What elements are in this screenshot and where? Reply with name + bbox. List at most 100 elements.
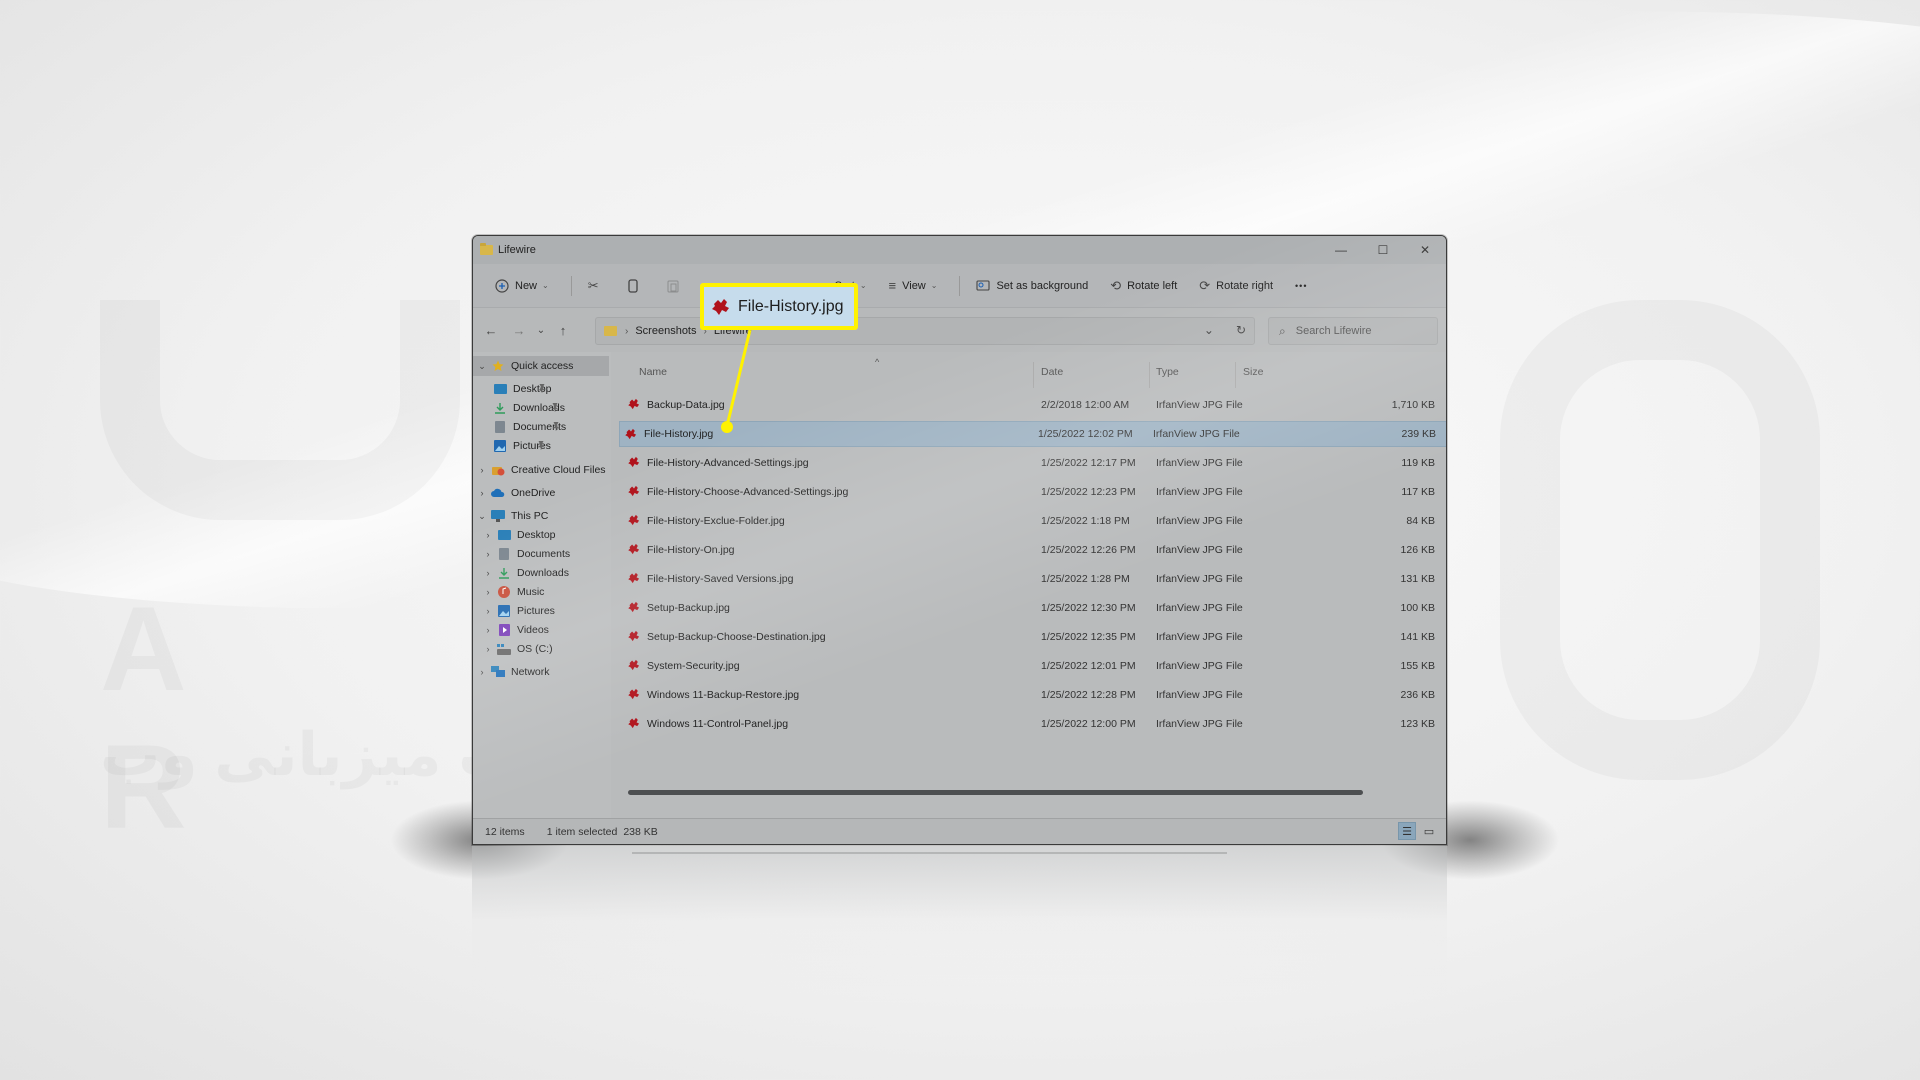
- document-icon: [493, 421, 507, 433]
- copy-icon: [627, 278, 639, 293]
- chevron-right-icon[interactable]: ›: [481, 644, 495, 654]
- maximize-button[interactable]: ☐: [1362, 236, 1404, 264]
- file-row[interactable]: Windows 11-Backup-Restore.jpg 1/25/2022 1…: [623, 682, 1445, 708]
- column-header-size[interactable]: Size: [1243, 366, 1263, 386]
- sidebar-item-pictures[interactable]: › Pictures: [473, 601, 555, 621]
- copy-button[interactable]: [619, 271, 653, 301]
- chevron-right-icon[interactable]: ›: [475, 488, 489, 498]
- view-button[interactable]: ≡ View ⌄: [881, 271, 946, 301]
- sidebar-item-creative-cloud-files[interactable]: › Creative Cloud Files: [473, 460, 606, 480]
- sidebar-item-videos[interactable]: › Videos: [473, 620, 549, 640]
- column-divider[interactable]: [1235, 362, 1236, 388]
- column-divider[interactable]: [1033, 362, 1034, 388]
- recent-locations-button[interactable]: ⌄: [533, 325, 549, 336]
- chevron-right-icon[interactable]: ›: [475, 667, 489, 677]
- file-date: 1/25/2022 12:26 PM: [1041, 544, 1136, 556]
- file-date: 1/25/2022 12:35 PM: [1041, 631, 1136, 643]
- cut-button[interactable]: ✂: [580, 271, 613, 301]
- chevron-right-icon[interactable]: ›: [481, 587, 495, 597]
- chevron-right-icon[interactable]: ›: [481, 606, 495, 616]
- sidebar-item-documents[interactable]: › Documents: [473, 544, 570, 564]
- column-header-name[interactable]: Name: [639, 366, 667, 386]
- title-bar[interactable]: Lifewire — ☐ ✕: [473, 236, 1446, 264]
- file-row[interactable]: File-History-On.jpg 1/25/2022 12:26 PM Irf…: [623, 537, 1445, 563]
- sidebar-item-quick-access[interactable]: ⌄ Quick access: [473, 356, 609, 376]
- address-bar[interactable]: › Screenshots › Lifewire ⌄ ↻: [595, 317, 1255, 345]
- pin-icon[interactable]: [537, 440, 545, 452]
- chevron-right-icon[interactable]: ›: [481, 625, 495, 635]
- horizontal-scrollbar[interactable]: [628, 790, 1363, 795]
- address-history-dropdown[interactable]: ⌄: [1204, 323, 1214, 337]
- sidebar-item-desktop[interactable]: › Desktop: [473, 525, 556, 545]
- rotate-left-icon: ⟲: [1110, 277, 1122, 293]
- chevron-down-icon[interactable]: ⌄: [475, 511, 489, 522]
- new-button[interactable]: New ⌄: [487, 271, 557, 301]
- file-name: File-History.jpg: [644, 428, 714, 440]
- sidebar-item-this-pc[interactable]: ⌄ This PC: [473, 506, 548, 526]
- tiles-view-icon: ▭: [1423, 825, 1435, 838]
- file-size: 236 KB: [1400, 689, 1435, 701]
- file-name: Backup-Data.jpg: [647, 399, 725, 411]
- breadcrumb-screenshots[interactable]: Screenshots: [635, 325, 696, 337]
- set-as-background-button[interactable]: Set as background: [968, 271, 1096, 301]
- close-button[interactable]: ✕: [1404, 236, 1446, 264]
- star-icon: [491, 360, 505, 372]
- file-name: File-History-On.jpg: [647, 544, 735, 556]
- file-row[interactable]: Setup-Backup-Choose-Destination.jpg 1/25/…: [623, 624, 1445, 650]
- file-row[interactable]: Windows 11-Control-Panel.jpg 1/25/2022 12…: [623, 711, 1445, 737]
- sidebar-item-music[interactable]: › Music: [473, 582, 544, 602]
- details-view-button[interactable]: ☰: [1398, 822, 1416, 840]
- sidebar-item-label: This PC: [511, 510, 549, 522]
- chevron-right-icon[interactable]: ›: [481, 568, 495, 578]
- refresh-button[interactable]: ↻: [1236, 323, 1246, 337]
- chevron-down-icon[interactable]: ⌄: [475, 361, 489, 372]
- minimize-button[interactable]: —: [1320, 236, 1362, 264]
- back-button[interactable]: ←: [477, 323, 505, 338]
- more-options-button[interactable]: •••: [1287, 271, 1315, 301]
- paste-button[interactable]: [659, 271, 693, 301]
- pin-icon[interactable]: [551, 402, 559, 414]
- column-divider[interactable]: [1149, 362, 1150, 388]
- sidebar-item-downloads[interactable]: › Downloads: [473, 563, 569, 583]
- file-row[interactable]: File-History-Advanced-Settings.jpg 1/25/2…: [623, 450, 1445, 476]
- sidebar-item-downloads[interactable]: Downloads: [473, 398, 565, 418]
- sidebar-item-onedrive[interactable]: › OneDrive: [473, 483, 556, 503]
- sidebar-item-documents[interactable]: Documents: [473, 417, 566, 437]
- rotate-right-button[interactable]: ⟳ Rotate right: [1191, 271, 1281, 301]
- sidebar-item-network[interactable]: › Network: [473, 662, 550, 682]
- sidebar-item-pictures[interactable]: Pictures: [473, 436, 551, 456]
- more-icon: •••: [1295, 280, 1308, 291]
- file-row[interactable]: System-Security.jpg 1/25/2022 12:01 PM Irf…: [623, 653, 1445, 679]
- file-type: IrfanView JPG File: [1156, 631, 1243, 643]
- download-icon: [493, 402, 507, 414]
- chevron-right-icon[interactable]: ›: [481, 530, 495, 540]
- up-button[interactable]: ↑: [549, 323, 577, 338]
- sidebar-item-label: Documents: [517, 548, 571, 560]
- file-row[interactable]: File-History.jpg 1/25/2022 12:02 PM IrfanV…: [619, 421, 1446, 447]
- pictures-icon: [493, 440, 507, 452]
- file-row[interactable]: Backup-Data.jpg 2/2/2018 12:00 AM IrfanVie…: [623, 392, 1445, 418]
- rotate-left-button[interactable]: ⟲ Rotate left: [1102, 271, 1185, 301]
- search-input[interactable]: ⌕ Search Lifewire: [1268, 317, 1438, 345]
- sidebar-item-os-c[interactable]: › OS (C:): [473, 639, 553, 659]
- pin-icon[interactable]: [552, 421, 560, 433]
- new-label: New: [515, 279, 538, 292]
- watermark-logo-left: [100, 300, 460, 520]
- chevron-right-icon[interactable]: ›: [475, 465, 489, 475]
- column-header-type[interactable]: Type: [1156, 366, 1179, 386]
- file-type: IrfanView JPG File: [1156, 486, 1243, 498]
- sidebar-item-desktop[interactable]: Desktop: [473, 379, 552, 399]
- sort-ascending-icon: ^: [875, 357, 880, 367]
- file-name: Setup-Backup.jpg: [647, 602, 730, 614]
- irfanview-file-icon: [627, 513, 641, 527]
- chevron-right-icon[interactable]: ›: [481, 549, 495, 559]
- file-row[interactable]: File-History-Choose-Advanced-Settings.jp…: [623, 479, 1445, 505]
- file-row[interactable]: Setup-Backup.jpg 1/25/2022 12:30 PM IrfanV…: [623, 595, 1445, 621]
- pin-icon[interactable]: [538, 383, 546, 395]
- file-row[interactable]: File-History-Saved Versions.jpg 1/25/2022…: [623, 566, 1445, 592]
- file-row[interactable]: File-History-Exclue-Folder.jpg 1/25/2022 …: [623, 508, 1445, 534]
- column-header-date[interactable]: Date: [1041, 366, 1063, 386]
- forward-button[interactable]: →: [505, 323, 533, 338]
- tiles-view-button[interactable]: ▭: [1420, 822, 1438, 840]
- sidebar-item-label: Desktop: [513, 383, 552, 395]
